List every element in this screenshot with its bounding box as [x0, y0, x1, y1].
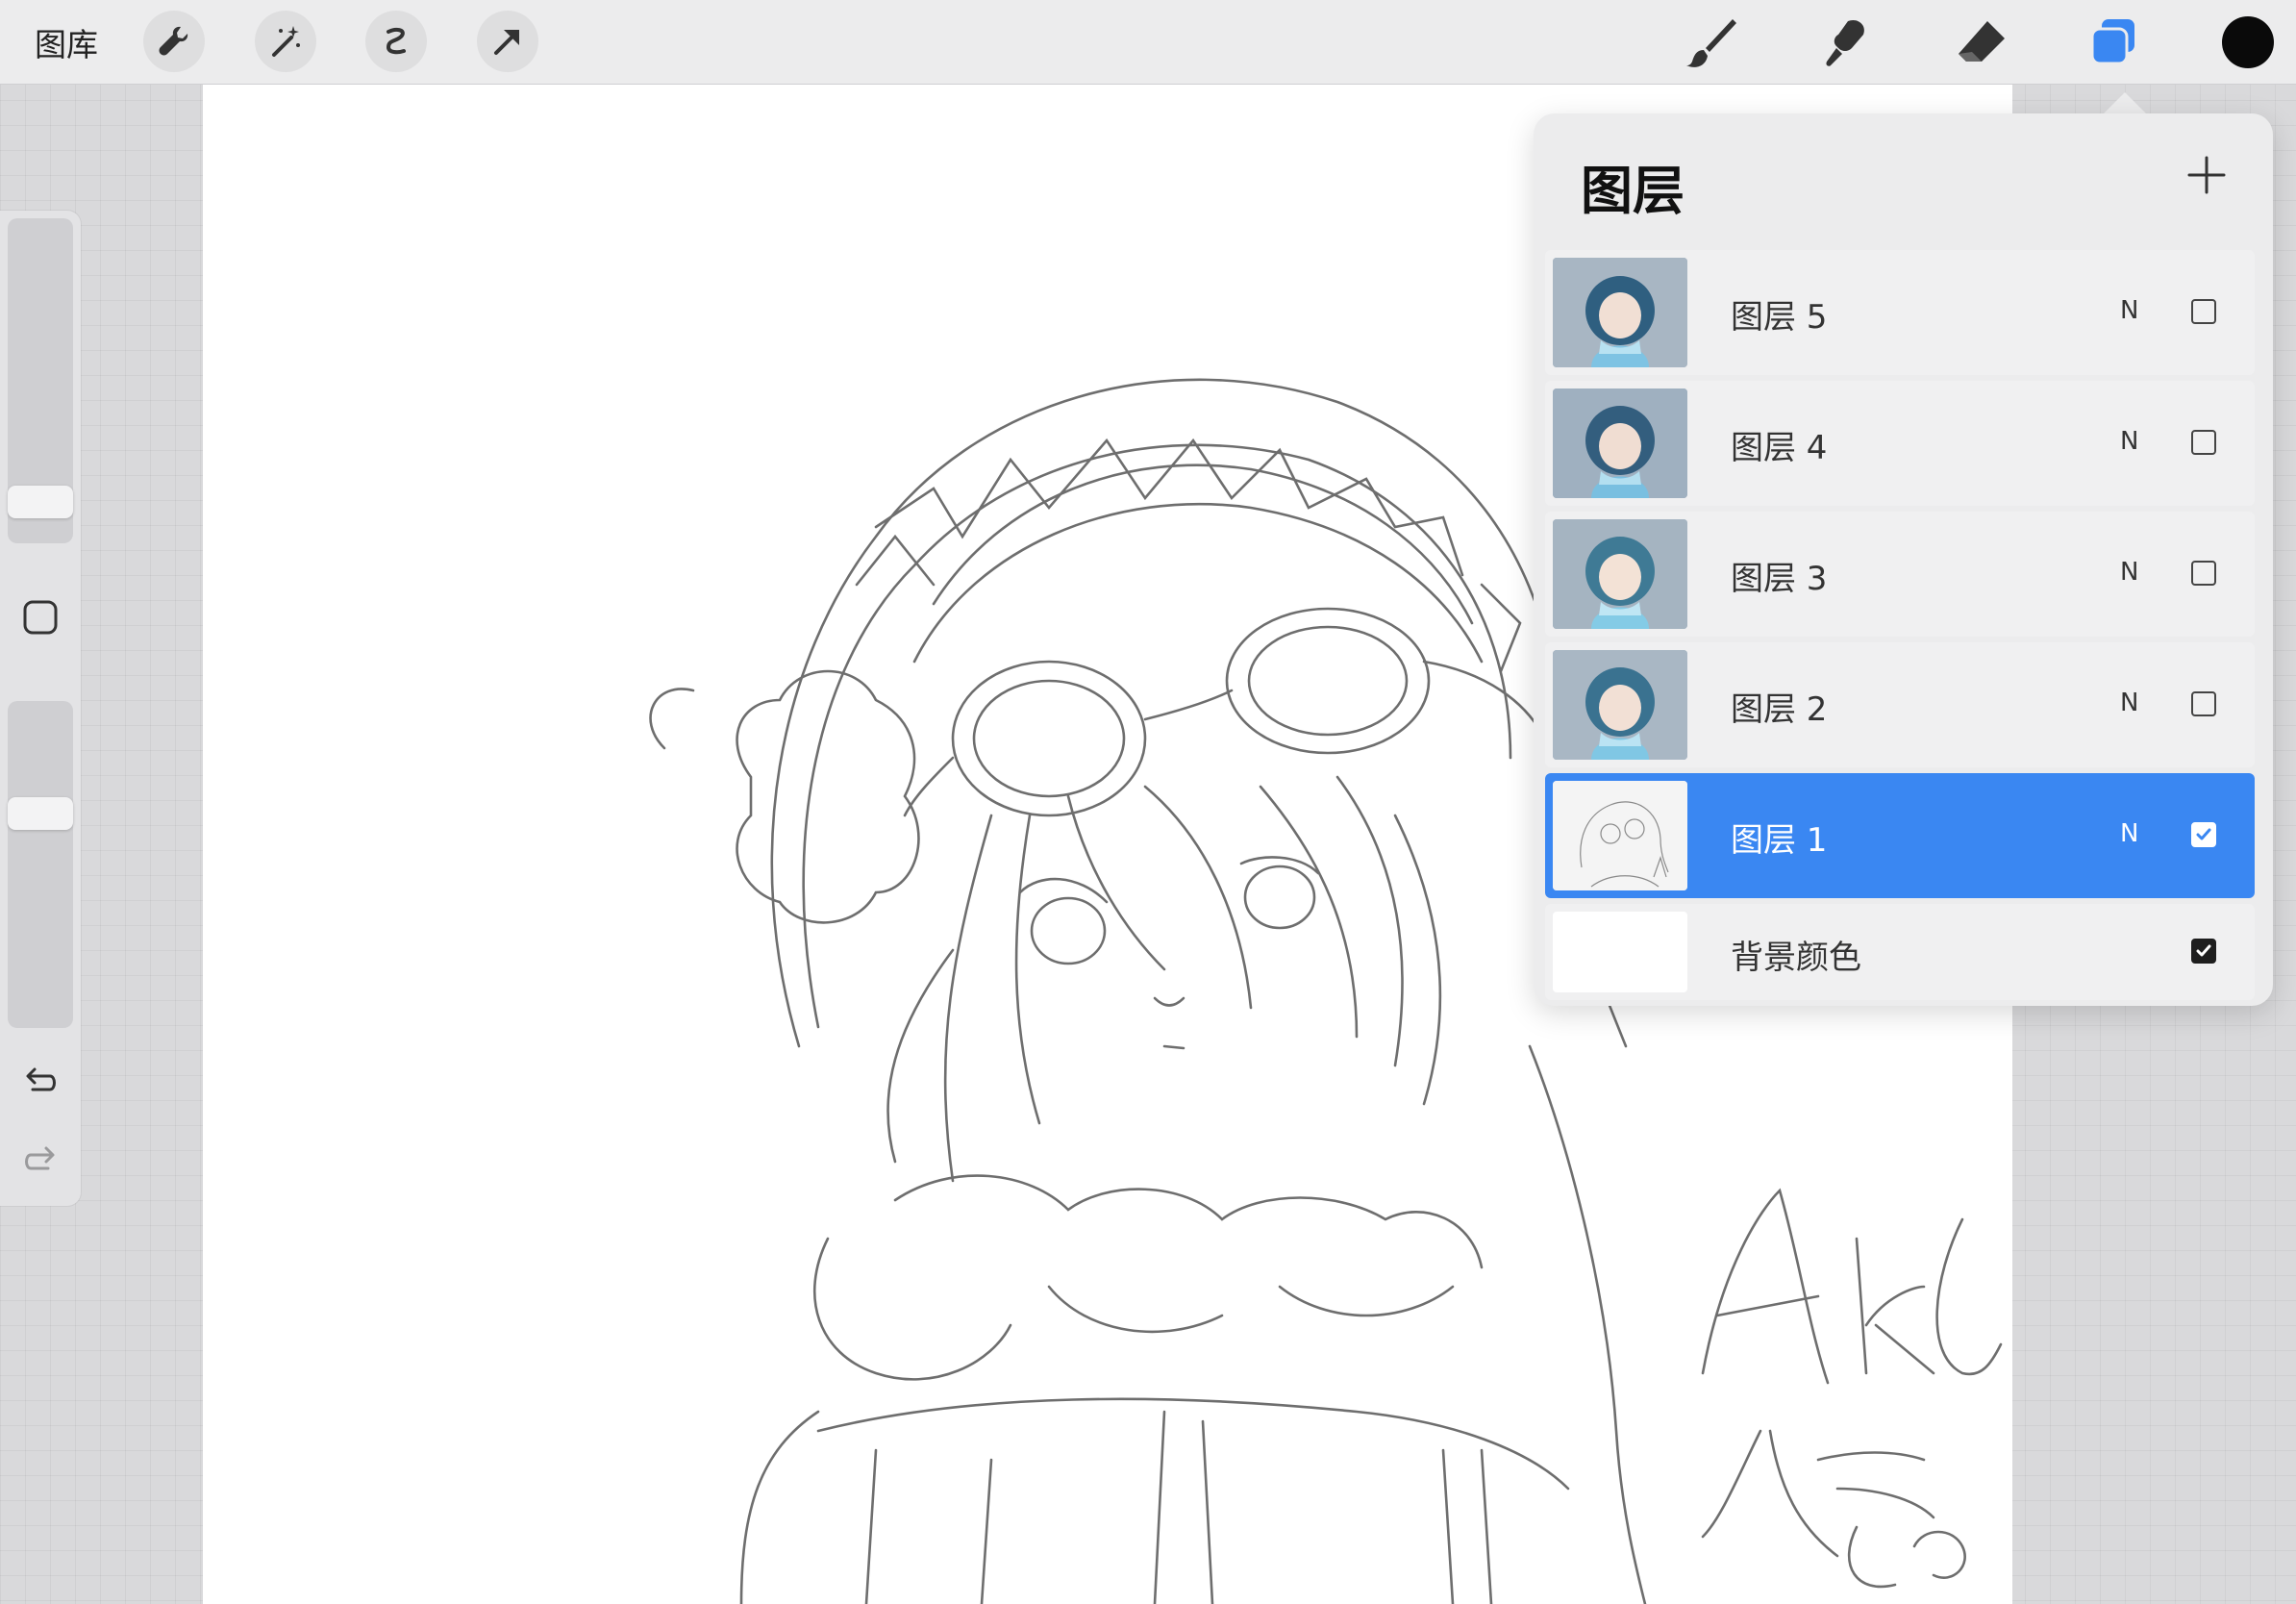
layers-panel-title: 图层 [1581, 161, 1685, 221]
layer-name: 图层 3 [1731, 560, 1828, 598]
smudge-icon [1826, 19, 1864, 66]
eraser-button[interactable] [1951, 12, 2012, 73]
layers-panel: 图层 图层 5 N 图层 4 N 图层 3 N 图层 2 N 图层 1 N 背景… [1534, 113, 2273, 1006]
actions-button[interactable] [143, 11, 205, 72]
opacity-slider[interactable] [8, 701, 73, 1028]
layer-thumbnail [1553, 258, 1687, 367]
brush-size-slider[interactable] [8, 218, 73, 543]
magic-wand-icon [272, 26, 300, 57]
blend-mode-button[interactable]: N [2120, 819, 2138, 848]
blend-mode-button[interactable]: N [2120, 558, 2138, 587]
selection-button[interactable] [365, 11, 427, 72]
background-color-swatch[interactable] [1553, 912, 1687, 992]
modify-button[interactable] [17, 594, 63, 640]
wrench-icon [159, 26, 188, 56]
checkmark-icon [2196, 944, 2211, 957]
layer-name: 图层 1 [1731, 821, 1828, 860]
layer-visibility-checkbox[interactable] [2191, 430, 2216, 455]
blend-mode-button[interactable]: N [2120, 427, 2138, 456]
smudge-button[interactable] [1815, 12, 1877, 73]
transform-arrow-icon [494, 30, 519, 55]
redo-button[interactable] [17, 1138, 63, 1184]
square-icon [23, 600, 58, 635]
layer-item[interactable]: 图层 5 N [1545, 250, 2255, 375]
brush-size-slider-handle[interactable] [8, 486, 73, 518]
adjustments-button[interactable] [255, 11, 316, 72]
layer-item[interactable]: 图层 4 N [1545, 381, 2255, 506]
gallery-button[interactable]: 图库 [35, 19, 98, 65]
layer-visibility-checkbox[interactable] [2191, 299, 2216, 324]
undo-button[interactable] [17, 1059, 63, 1105]
layer-item-selected[interactable]: 图层 1 N [1545, 773, 2255, 898]
background-layer-name: 背景颜色 [1731, 939, 1861, 977]
eraser-icon [1959, 21, 2005, 62]
undo-icon [26, 1067, 56, 1091]
transform-button[interactable] [477, 11, 538, 72]
redo-icon [25, 1146, 55, 1170]
layer-name: 图层 4 [1731, 429, 1828, 467]
add-layer-button[interactable] [2180, 148, 2234, 202]
blend-mode-button[interactable]: N [2120, 296, 2138, 325]
left-sidebar [0, 211, 81, 1206]
layer-thumbnail [1553, 388, 1687, 498]
background-color-layer[interactable]: 背景颜色 [1545, 904, 2255, 1000]
selection-icon [386, 27, 406, 55]
layer-item[interactable]: 图层 3 N [1545, 512, 2255, 637]
color-picker-button[interactable] [2222, 16, 2274, 68]
opacity-slider-handle[interactable] [8, 797, 73, 830]
layer-name: 图层 2 [1731, 690, 1828, 729]
layer-visibility-checkbox[interactable] [2191, 822, 2216, 847]
layer-thumbnail [1553, 650, 1687, 760]
brush-button[interactable] [1681, 12, 1742, 73]
plus-icon [2187, 156, 2226, 194]
layer-item[interactable]: 图层 2 N [1545, 642, 2255, 767]
layer-visibility-checkbox[interactable] [2191, 561, 2216, 586]
brush-icon [1686, 19, 1736, 67]
checkmark-icon [2196, 828, 2211, 840]
layer-name: 图层 5 [1731, 298, 1828, 337]
layers-button[interactable] [2083, 12, 2144, 73]
layers-icon [2090, 19, 2134, 65]
top-toolbar: 图库 [0, 0, 2296, 85]
layer-visibility-checkbox[interactable] [2191, 691, 2216, 716]
blend-mode-button[interactable]: N [2120, 689, 2138, 717]
layer-thumbnail [1553, 781, 1687, 890]
layer-thumbnail [1553, 519, 1687, 629]
background-visibility-checkbox[interactable] [2191, 939, 2216, 964]
